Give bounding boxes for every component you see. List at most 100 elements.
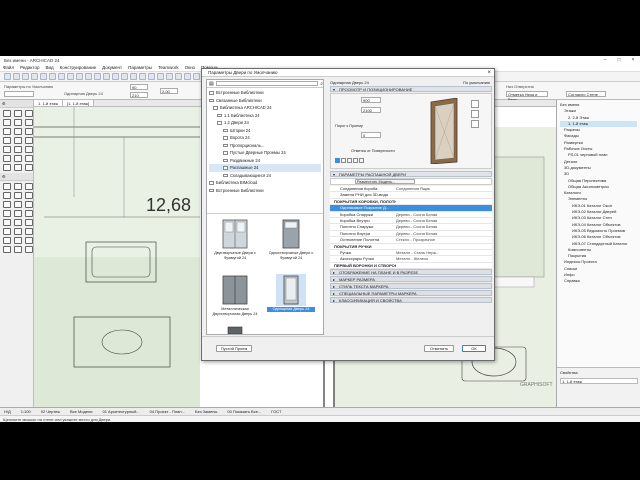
thumb-more[interactable]: [211, 326, 259, 335]
tool-button[interactable]: [14, 237, 22, 244]
parameter-value[interactable]: [396, 199, 492, 204]
tool-button[interactable]: [25, 237, 33, 244]
toolbar-button[interactable]: [139, 73, 146, 80]
tool-button[interactable]: [3, 219, 11, 226]
tab-floor-plan-2[interactable]: [1. 1-й этаж]: [63, 100, 95, 106]
tool-button[interactable]: [3, 210, 11, 217]
tool-button[interactable]: [25, 192, 33, 199]
anchor-button[interactable]: [335, 158, 340, 163]
parameter-value[interactable]: Стекло - Прозрачное: [396, 237, 492, 242]
toolbar-button[interactable]: [40, 73, 47, 80]
library-tree-item[interactable]: 1.1 Библиотека 24: [209, 112, 321, 120]
infobox-settings-button[interactable]: [4, 91, 34, 97]
tool-button[interactable]: [3, 228, 11, 235]
quick-option[interactable]: 00 Показать Все...: [227, 409, 261, 414]
toolbar-button[interactable]: [121, 73, 128, 80]
width-input[interactable]: 900: [361, 97, 381, 103]
toolbar-button[interactable]: [94, 73, 101, 80]
tool-button[interactable]: [3, 192, 11, 199]
tool-button[interactable]: [3, 246, 11, 253]
anchor-button[interactable]: [341, 158, 346, 163]
tool-button[interactable]: [25, 119, 33, 126]
tool-button[interactable]: [25, 128, 33, 135]
quick-option[interactable]: 02 Чертеж: [41, 409, 60, 414]
toolbar-button[interactable]: [193, 73, 200, 80]
menu-item[interactable]: Документ: [102, 65, 122, 70]
library-tree-item[interactable]: Пустые Дверные Проемы 24: [209, 149, 321, 157]
menu-item[interactable]: Файл: [3, 65, 14, 70]
thumb-metal-double-door[interactable]: Металлическая Двухстворчатая Дверь 24: [211, 274, 259, 324]
surface-model-button[interactable]: Разместить Модель...: [355, 179, 415, 184]
quick-option[interactable]: Без Замены: [195, 409, 217, 414]
toolbar-button[interactable]: [4, 73, 11, 80]
tool-button[interactable]: [14, 183, 22, 190]
tool-button[interactable]: [14, 119, 22, 126]
tool-button[interactable]: [14, 164, 22, 171]
parameter-value[interactable]: [396, 192, 492, 197]
tool-button[interactable]: [14, 137, 22, 144]
menu-item[interactable]: Вид: [45, 65, 53, 70]
tool-button[interactable]: [25, 228, 33, 235]
ok-button[interactable]: ОК: [462, 345, 486, 352]
tool-button[interactable]: [14, 155, 22, 162]
library-tree-item[interactable]: 1.2 Двери 24: [209, 119, 321, 127]
quick-option[interactable]: 1:100: [21, 409, 31, 414]
toolbar-button[interactable]: [148, 73, 155, 80]
anchor-button[interactable]: [359, 158, 364, 163]
tool-button[interactable]: [25, 246, 33, 253]
tool-button[interactable]: [14, 128, 22, 135]
tool-button[interactable]: [25, 183, 33, 190]
view-front-button[interactable]: [471, 110, 479, 118]
layer-select[interactable]: Отметка Низа и Верх...: [506, 91, 548, 102]
cancel-button[interactable]: Отменить: [424, 345, 454, 352]
tool-button[interactable]: [14, 192, 22, 199]
maximize-button[interactable]: □: [612, 57, 626, 63]
menu-item[interactable]: Конструирование: [60, 65, 97, 70]
tool-button[interactable]: [3, 201, 11, 208]
menu-item[interactable]: Окно: [185, 65, 195, 70]
menu-item[interactable]: Параметры: [128, 65, 152, 70]
tool-button[interactable]: [25, 210, 33, 217]
properties-value[interactable]: 1. 1-й этаж: [560, 378, 638, 384]
toolbar-button[interactable]: [76, 73, 83, 80]
toolbar-button[interactable]: [157, 73, 164, 80]
toolbar-button[interactable]: [49, 73, 56, 80]
menu-item[interactable]: Редактор: [20, 65, 39, 70]
tool-button[interactable]: [14, 146, 22, 153]
navigator-item[interactable]: ИКЭ-07 Стандартный Каталог: [560, 241, 637, 247]
parameter-value[interactable]: Дерево - Сосна Белая: [396, 224, 492, 229]
library-tree-item[interactable]: Раздвижные 24: [209, 157, 321, 165]
parameter-value[interactable]: Соединения Ящик: [396, 186, 492, 191]
toolbar-button[interactable]: [13, 73, 20, 80]
tool-button[interactable]: [3, 183, 11, 190]
toolbar-button[interactable]: [58, 73, 65, 80]
close-button[interactable]: ×: [626, 57, 640, 63]
toolbar-button[interactable]: [85, 73, 92, 80]
tool-button[interactable]: [3, 155, 11, 162]
tool-button[interactable]: [3, 146, 11, 153]
infobox-door-name[interactable]: Одинарная Дверь 24: [64, 91, 103, 96]
parameter-value[interactable]: Дерево - Сосна Белая: [396, 231, 492, 236]
toolbar-button[interactable]: [166, 73, 173, 80]
parameter-value[interactable]: [396, 263, 492, 268]
library-tree-item[interactable]: Складывающиеся 24: [209, 172, 321, 180]
sill-input[interactable]: 0: [361, 132, 381, 138]
library-tree-item[interactable]: Ворота 24: [209, 134, 321, 142]
parameter-value[interactable]: [396, 244, 492, 249]
toolbar-button[interactable]: [112, 73, 119, 80]
tool-button[interactable]: [14, 219, 22, 226]
quick-option[interactable]: Н/Д: [4, 409, 11, 414]
tool-button[interactable]: [25, 110, 33, 117]
anchor-button[interactable]: [347, 158, 352, 163]
tool-button[interactable]: [25, 219, 33, 226]
tool-button[interactable]: [3, 164, 11, 171]
tool-button[interactable]: [14, 228, 22, 235]
search-icon[interactable]: ⌕: [320, 81, 323, 87]
tool-button[interactable]: [14, 210, 22, 217]
minimize-button[interactable]: –: [598, 57, 612, 63]
tool-button[interactable]: [3, 110, 11, 117]
parameter-value[interactable]: Металл - Сталь Нерж...: [396, 250, 492, 255]
toolbar-button[interactable]: [22, 73, 29, 80]
parameter-value[interactable]: Дерево - Сосна Белая: [396, 218, 492, 223]
parameter-value[interactable]: Металл - Железо: [396, 256, 492, 261]
